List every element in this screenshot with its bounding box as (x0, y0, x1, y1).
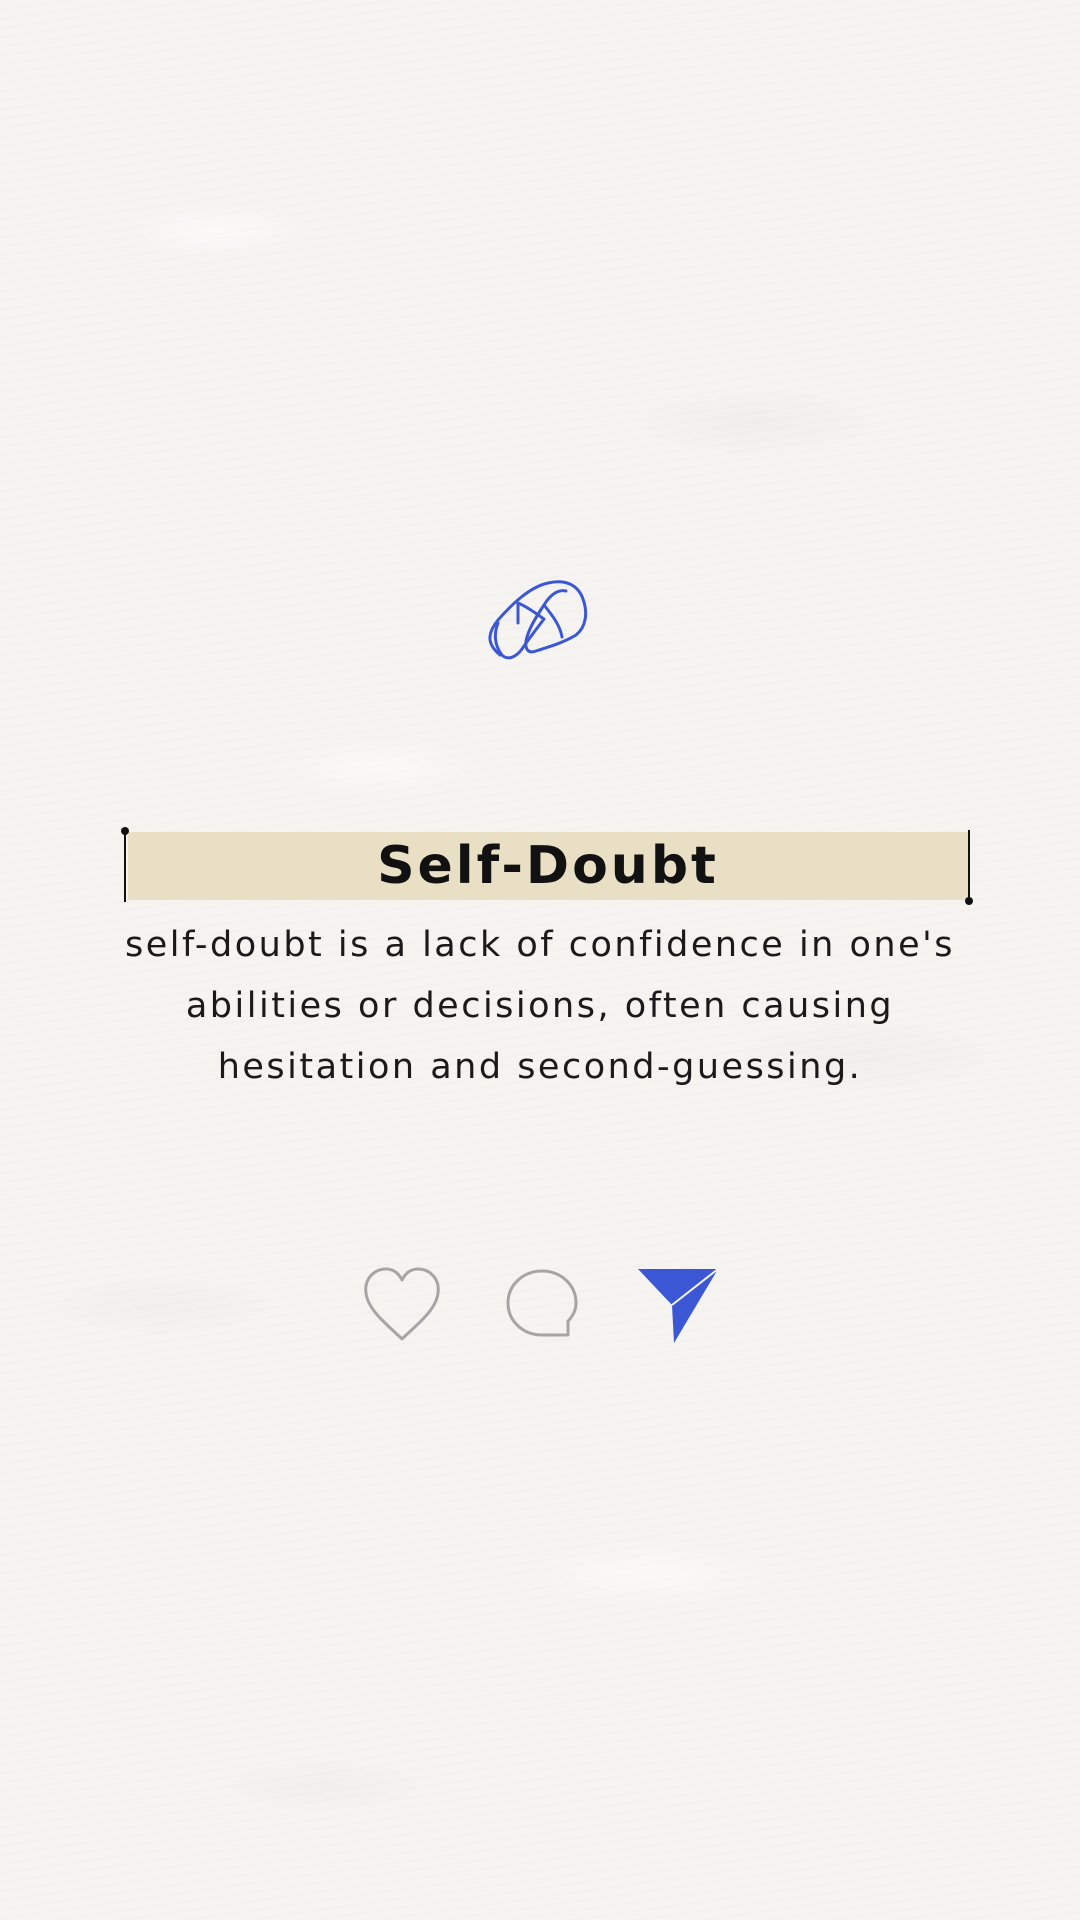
title-highlight: Self-Doubt (128, 832, 968, 900)
heart-outline-icon (364, 1267, 440, 1341)
speech-bubble-outline-icon (506, 1269, 578, 1337)
text-cursor-end[interactable] (965, 830, 973, 905)
post-description: self-doubt is a lack of confidence in on… (125, 925, 955, 1087)
action-bar (0, 1265, 1080, 1345)
comment-button[interactable] (498, 1265, 582, 1345)
scribble-icon (488, 580, 588, 660)
page-title: Self-Doubt (377, 836, 719, 896)
paper-plane-icon (638, 1268, 719, 1343)
text-cursor-start[interactable] (121, 827, 129, 902)
share-button[interactable] (636, 1265, 720, 1345)
title-block: Self-Doubt (121, 827, 973, 905)
like-button[interactable] (360, 1265, 444, 1345)
